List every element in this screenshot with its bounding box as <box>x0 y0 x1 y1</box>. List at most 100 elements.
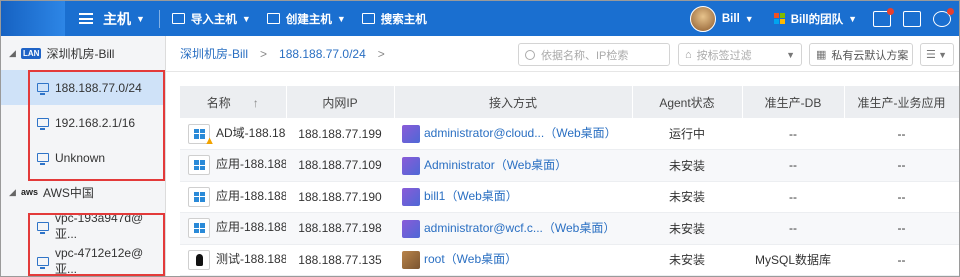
import-host-label: 导入主机 <box>190 13 237 26</box>
agent-status-cell: 未安装 <box>632 244 742 276</box>
warning-icon: ▲ <box>204 134 215 147</box>
access-cell[interactable]: administrator@cloud...（Web桌面） <box>394 118 632 150</box>
team-name[interactable]: Bill的团队 <box>791 11 843 27</box>
logo[interactable] <box>1 1 65 36</box>
highlight-box <box>28 70 165 181</box>
import-icon <box>171 13 185 24</box>
app-window: 主机 ▼ 导入主机 ▼ 创建主机 ▼ 搜索主机 Bill ▼ Bill的团队 ▼ <box>0 0 960 277</box>
sort-options-button[interactable]: ☰ ▼ <box>920 43 954 66</box>
table-header: 名称 ↑ 内网IP 接入方式 Agent状态 准生产-DB 准生产-业务应用 <box>180 86 959 118</box>
host-table: 名称 ↑ 内网IP 接入方式 Agent状态 准生产-DB 准生产-业务应用 ▲ A… <box>180 86 959 276</box>
access-link[interactable]: administrator@cloud...（Web桌面） <box>424 126 617 140</box>
chevron-down-icon: ▼ <box>336 13 346 24</box>
breadcrumb-item[interactable]: 188.188.77.0/24 <box>279 47 366 61</box>
notification-icon[interactable] <box>873 7 894 27</box>
table-row[interactable]: ▲AD域-188.188...188.188.77.199 administrat… <box>180 118 959 150</box>
divider <box>158 9 160 28</box>
ip-cell: 188.188.77.109 <box>286 149 394 182</box>
access-cell[interactable]: root（Web桌面） <box>394 244 632 276</box>
remote-desktop-icon <box>402 219 420 238</box>
breadcrumb-separator: > <box>260 46 268 61</box>
cloud-scheme-select[interactable]: ▦ 私有云默认方案 <box>809 43 913 66</box>
column-header-app[interactable]: 准生产-业务应用 <box>844 86 959 118</box>
host-name-cell[interactable]: ▲AD域-188.188... <box>180 118 286 150</box>
import-host-menu[interactable]: 导入主机 ▼ <box>171 11 251 27</box>
table-row[interactable]: 测试-188.188...188.188.77.135 root（Web桌面） 未安… <box>180 244 959 276</box>
aws-logo: aws <box>21 186 39 197</box>
main-panel: 深圳机房-Bill > 188.188.77.0/24 > 依据名称、IP检索 … <box>166 36 959 276</box>
module-title[interactable]: 主机 <box>103 9 131 29</box>
remote-desktop-icon <box>402 188 420 207</box>
collapse-icon[interactable]: ◢ <box>9 48 21 59</box>
task-icon[interactable] <box>903 10 921 27</box>
ip-cell: 188.188.77.190 <box>286 181 394 213</box>
user-name[interactable]: Bill <box>722 13 740 25</box>
windows-icon <box>188 218 210 239</box>
host-name[interactable]: AD域-188.188... <box>216 126 286 140</box>
column-header-agent[interactable]: Agent状态 <box>632 86 743 118</box>
agent-status-cell: 未安装 <box>632 149 742 182</box>
calendar-icon: ▦ <box>816 49 827 61</box>
search-placeholder: 依据名称、IP检索 <box>541 49 629 62</box>
search-host-icon <box>361 13 375 24</box>
windows-icon <box>188 186 210 207</box>
db-tag-cell: MySQL数据库 <box>742 244 844 276</box>
top-bar: 主机 ▼ 导入主机 ▼ 创建主机 ▼ 搜索主机 Bill ▼ Bill的团队 ▼ <box>1 1 959 36</box>
host-name[interactable]: 应用-188.188... <box>216 189 286 203</box>
host-name-cell[interactable]: 应用-188.188... <box>180 149 286 182</box>
table-row[interactable]: 应用-188.188...188.188.77.109 Administrator… <box>180 149 959 182</box>
column-header-name[interactable]: 名称 ↑ <box>180 86 287 118</box>
menu-icon[interactable] <box>79 13 93 24</box>
access-link[interactable]: Administrator（Web桌面） <box>424 158 567 172</box>
avatar[interactable] <box>689 5 716 32</box>
ip-cell: 188.188.77.199 <box>286 118 394 150</box>
search-host-button[interactable]: 搜索主机 <box>361 11 427 27</box>
db-tag-cell: -- <box>742 149 844 182</box>
host-name[interactable]: 测试-188.188... <box>216 252 286 266</box>
linux-icon <box>188 249 210 270</box>
cloud-scheme-label: 私有云默认方案 <box>831 49 909 62</box>
breadcrumb-separator: > <box>377 46 385 61</box>
access-cell[interactable]: bill1（Web桌面） <box>394 181 632 213</box>
windows-icon <box>188 155 210 176</box>
tag-filter-select[interactable]: ⌂ 按标签过滤 ▼ <box>678 43 802 66</box>
app-tag-cell: -- <box>844 244 959 276</box>
search-input[interactable]: 依据名称、IP检索 <box>518 43 670 66</box>
host-name-cell[interactable]: 测试-188.188... <box>180 244 286 276</box>
ip-cell: 188.188.77.198 <box>286 212 394 245</box>
host-name[interactable]: 应用-188.188... <box>216 220 286 234</box>
host-name-cell[interactable]: 应用-188.188... <box>180 212 286 245</box>
collapse-icon[interactable]: ◢ <box>9 187 21 198</box>
access-link[interactable]: root（Web桌面） <box>424 252 517 266</box>
host-name-cell[interactable]: 应用-188.188... <box>180 181 286 213</box>
access-link[interactable]: bill1（Web桌面） <box>424 189 518 203</box>
agent-status-cell: 未安装 <box>632 212 742 245</box>
breadcrumb-item[interactable]: 深圳机房-Bill <box>180 45 248 62</box>
agent-status-cell: 未安装 <box>632 181 742 213</box>
chevron-down-icon[interactable]: ▼ <box>745 14 754 24</box>
app-tag-cell: -- <box>844 181 959 213</box>
search-icon <box>525 49 535 60</box>
app-tag-cell: -- <box>844 149 959 182</box>
settings-icon[interactable] <box>933 7 954 27</box>
ip-cell: 188.188.77.135 <box>286 244 394 276</box>
sort-arrow-icon[interactable]: ↑ <box>253 96 259 110</box>
chevron-down-icon[interactable]: ▼ <box>136 14 145 24</box>
db-tag-cell: -- <box>742 118 844 150</box>
column-header-db[interactable]: 准生产-DB <box>742 86 845 118</box>
table-row[interactable]: 应用-188.188...188.188.77.190 bill1（Web桌面） 未… <box>180 181 959 213</box>
column-header-access[interactable]: 接入方式 <box>394 86 633 118</box>
table-row[interactable]: 应用-188.188...188.188.77.198 administrator… <box>180 212 959 245</box>
access-cell[interactable]: Administrator（Web桌面） <box>394 149 632 182</box>
access-link[interactable]: administrator@wcf.c...（Web桌面） <box>424 221 615 235</box>
chevron-down-icon[interactable]: ▼ <box>848 14 857 24</box>
create-host-label: 创建主机 <box>285 13 332 26</box>
highlight-box <box>28 213 165 276</box>
sidebar-group-label: 深圳机房-Bill <box>46 46 115 61</box>
column-header-ip[interactable]: 内网IP <box>286 86 395 118</box>
host-name[interactable]: 应用-188.188... <box>216 157 286 171</box>
access-cell[interactable]: administrator@wcf.c...（Web桌面） <box>394 212 632 245</box>
remote-desktop-icon <box>402 124 420 143</box>
sidebar-group-shenzhen[interactable]: ◢ LAN 深圳机房-Bill <box>1 36 165 70</box>
create-host-menu[interactable]: 创建主机 ▼ <box>266 11 346 27</box>
